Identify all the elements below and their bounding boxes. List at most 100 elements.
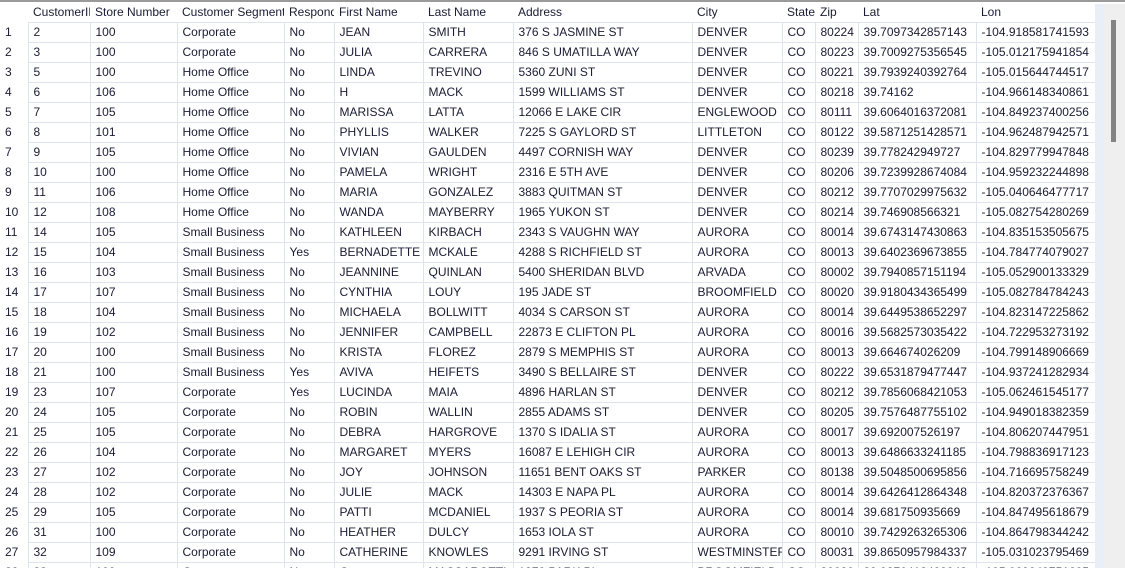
cell-store[interactable]: 100 — [89, 362, 178, 383]
cell-segment[interactable]: Small Business — [176, 362, 285, 383]
cell-last[interactable]: HARGROVE — [422, 422, 514, 443]
row-number[interactable]: 14 — [0, 282, 28, 303]
cell-last[interactable]: DULCY — [422, 522, 514, 543]
cell-city[interactable]: DENVER — [691, 202, 783, 223]
cell-state[interactable]: CO — [781, 342, 816, 363]
cell-zip[interactable]: 80010 — [814, 522, 859, 543]
cell-store[interactable]: 109 — [89, 542, 178, 563]
cell-first[interactable]: LUCINDA — [333, 382, 424, 403]
cell-custid[interactable]: 17 — [27, 282, 91, 303]
row-number[interactable]: 26 — [0, 522, 28, 543]
cell-resp[interactable]: No — [283, 122, 335, 143]
cell-segment[interactable]: Home Office — [176, 182, 285, 203]
cell-last[interactable]: SMITH — [422, 22, 514, 43]
column-header-resp[interactable]: Responder — [284, 2, 334, 23]
column-header-address[interactable]: Address — [513, 2, 692, 23]
row-number[interactable]: 18 — [0, 362, 28, 383]
cell-state[interactable]: CO — [781, 242, 816, 263]
cell-custid[interactable]: 5 — [27, 62, 91, 83]
cell-lat[interactable]: 39.9370418499943 — [857, 562, 977, 568]
cell-segment[interactable]: Corporate — [176, 22, 285, 43]
cell-last[interactable]: QUINLAN — [422, 262, 514, 283]
cell-lon[interactable]: -104.784774079027 — [975, 242, 1104, 263]
cell-lat[interactable]: 39.7707029975632 — [857, 182, 977, 203]
cell-city[interactable]: AURORA — [691, 302, 783, 323]
table-row[interactable]: 4 6 106 Home Office No H MACK 1599 WILLIAMS ST D… — [0, 82, 1104, 103]
cell-address[interactable]: 11651 BENT OAKS ST — [512, 462, 693, 483]
cell-lon[interactable]: -105.062461545177 — [975, 382, 1104, 403]
cell-store[interactable]: 103 — [89, 262, 178, 283]
cell-resp[interactable]: No — [283, 182, 335, 203]
cell-address[interactable]: 5360 ZUNI ST — [512, 62, 693, 83]
table-row[interactable]: 12 15 104 Small Business Yes BERNADETTE MCKALE… — [0, 242, 1104, 263]
cell-resp[interactable]: No — [283, 502, 335, 523]
cell-custid[interactable]: 24 — [27, 402, 91, 423]
cell-store[interactable]: 105 — [89, 102, 178, 123]
cell-custid[interactable]: 14 — [27, 222, 91, 243]
cell-zip[interactable]: 80020 — [814, 282, 859, 303]
cell-lon[interactable]: -104.966148340861 — [975, 82, 1104, 103]
cell-segment[interactable]: Corporate — [176, 422, 285, 443]
row-number[interactable]: 23 — [0, 462, 28, 483]
cell-custid[interactable]: 32 — [27, 542, 91, 563]
cell-address[interactable]: 1965 YUKON ST — [512, 202, 693, 223]
cell-state[interactable]: CO — [781, 202, 816, 223]
cell-zip[interactable]: 80013 — [814, 442, 859, 463]
cell-city[interactable]: BROOMFIELD — [691, 282, 783, 303]
cell-segment[interactable]: Home Office — [176, 142, 285, 163]
cell-state[interactable]: CO — [781, 382, 816, 403]
cell-lon[interactable]: -104.959232244898 — [975, 162, 1104, 183]
cell-store[interactable]: 106 — [89, 182, 178, 203]
cell-first[interactable]: JENNIFER — [333, 322, 424, 343]
cell-zip[interactable]: 80218 — [814, 82, 859, 103]
cell-resp[interactable]: No — [283, 262, 335, 283]
cell-first[interactable]: PHYLLIS — [333, 122, 424, 143]
cell-last[interactable]: WALLIN — [422, 402, 514, 423]
cell-first[interactable]: KRISTA — [333, 342, 424, 363]
cell-city[interactable]: DENVER — [691, 402, 783, 423]
table-row[interactable]: 27 32 109 Corporate No CATHERINE KNOWLES 9291 I… — [0, 542, 1104, 563]
cell-lon[interactable]: -104.798836917123 — [975, 442, 1104, 463]
cell-address[interactable]: 3883 QUITMAN ST — [512, 182, 693, 203]
row-number[interactable]: 13 — [0, 262, 28, 283]
cell-store[interactable]: 109 — [89, 562, 178, 568]
cell-zip[interactable]: 80214 — [814, 202, 859, 223]
cell-store[interactable]: 100 — [89, 342, 178, 363]
cell-first[interactable]: JULIE — [333, 482, 424, 503]
cell-custid[interactable]: 11 — [27, 182, 91, 203]
row-number[interactable]: 20 — [0, 402, 28, 423]
cell-last[interactable]: MASSAROTTI — [422, 562, 514, 568]
cell-lon[interactable]: -104.918581741593 — [975, 22, 1104, 43]
cell-store[interactable]: 100 — [89, 62, 178, 83]
cell-address[interactable]: 2343 S VAUGHN WAY — [512, 222, 693, 243]
cell-state[interactable]: CO — [781, 562, 816, 568]
cell-first[interactable]: JEAN — [333, 22, 424, 43]
cell-lat[interactable]: 39.7940857151194 — [857, 262, 977, 283]
cell-last[interactable]: KNOWLES — [422, 542, 514, 563]
cell-state[interactable]: CO — [781, 262, 816, 283]
cell-state[interactable]: CO — [781, 442, 816, 463]
cell-first[interactable]: MICHAELA — [333, 302, 424, 323]
cell-address[interactable]: 4288 S RICHFIELD ST — [512, 242, 693, 263]
cell-store[interactable]: 100 — [89, 162, 178, 183]
cell-lat[interactable]: 39.6449538652297 — [857, 302, 977, 323]
cell-city[interactable]: DENVER — [691, 82, 783, 103]
cell-zip[interactable]: 80014 — [814, 302, 859, 323]
cell-resp[interactable]: No — [283, 62, 335, 83]
row-number[interactable]: 9 — [0, 182, 28, 203]
column-header-state[interactable]: State — [782, 2, 815, 23]
cell-resp[interactable]: No — [283, 342, 335, 363]
cell-store[interactable]: 100 — [89, 522, 178, 543]
cell-lon[interactable]: -104.847495618679 — [975, 502, 1104, 523]
cell-first[interactable]: KATHLEEN — [333, 222, 424, 243]
cell-city[interactable]: AURORA — [691, 322, 783, 343]
cell-zip[interactable]: 80014 — [814, 482, 859, 503]
cell-store[interactable]: 104 — [89, 242, 178, 263]
cell-last[interactable]: MCDANIEL — [422, 502, 514, 523]
cell-last[interactable]: MYERS — [422, 442, 514, 463]
cell-resp[interactable]: No — [283, 42, 335, 63]
cell-state[interactable]: CO — [781, 402, 816, 423]
cell-last[interactable]: LOUY — [422, 282, 514, 303]
cell-zip[interactable]: 80014 — [814, 222, 859, 243]
table-row[interactable]: 18 21 100 Small Business Yes AVIVA HEIFETS 3490… — [0, 362, 1104, 383]
